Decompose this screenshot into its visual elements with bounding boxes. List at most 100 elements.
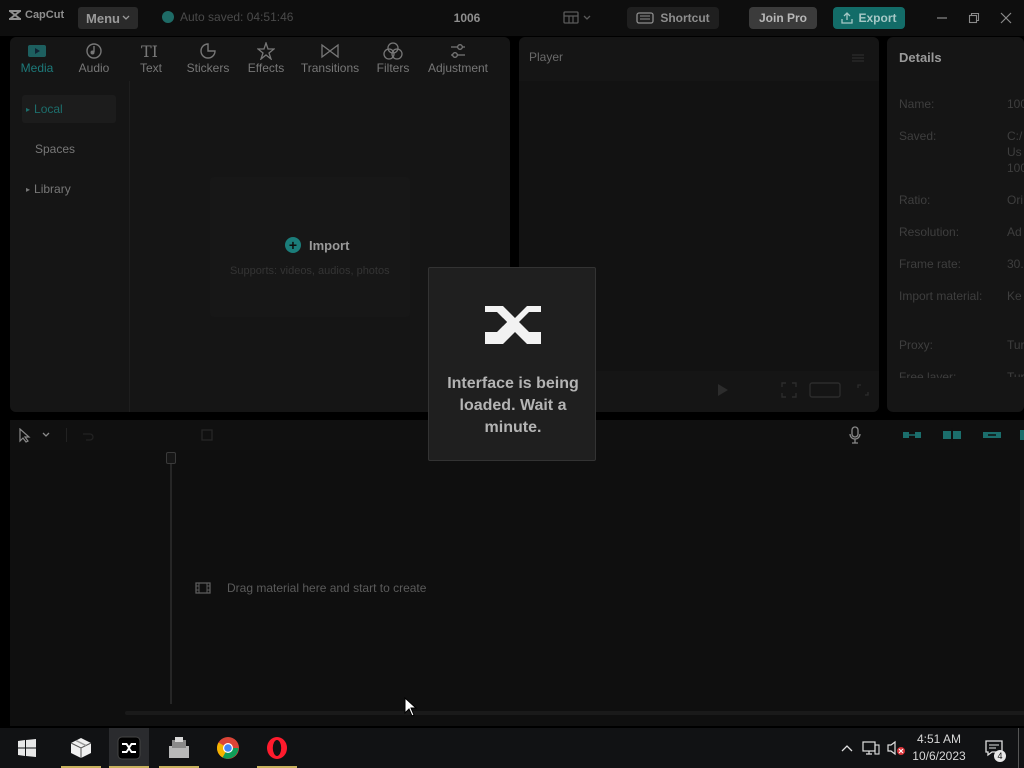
audio-icon bbox=[86, 43, 102, 59]
snap-icon[interactable] bbox=[942, 427, 962, 443]
expand-icon[interactable] bbox=[857, 384, 869, 396]
tab-label: Audio bbox=[78, 61, 110, 75]
crop-icon[interactable] bbox=[200, 428, 214, 442]
layout-icon bbox=[563, 11, 579, 24]
start-button[interactable] bbox=[7, 728, 47, 768]
network-button[interactable] bbox=[860, 728, 882, 768]
tab-label: Stickers bbox=[186, 61, 230, 75]
detail-value: Ad bbox=[1007, 225, 1022, 239]
transitions-icon bbox=[321, 43, 339, 59]
maximize-button[interactable] bbox=[966, 10, 982, 26]
timeline-area[interactable]: Drag material here and start to create bbox=[10, 450, 1024, 726]
close-button[interactable] bbox=[998, 10, 1014, 26]
sidebar-item-library[interactable]: ▸ Library bbox=[22, 175, 116, 203]
taskbar-app-opera[interactable] bbox=[257, 728, 297, 768]
join-pro-button[interactable]: Join Pro bbox=[749, 7, 817, 29]
minimize-button[interactable] bbox=[934, 10, 950, 26]
network-icon bbox=[862, 741, 880, 755]
select-cursor-icon[interactable] bbox=[18, 428, 32, 443]
tab-label: Media bbox=[20, 61, 54, 75]
tab-label: Filters bbox=[376, 61, 410, 75]
detail-label: Resolution: bbox=[899, 225, 960, 239]
join-pro-label: Join Pro bbox=[758, 11, 807, 25]
sidebar-item-local[interactable]: ▸ Local bbox=[22, 95, 116, 123]
adjustment-icon bbox=[451, 44, 465, 58]
mouse-cursor-icon bbox=[404, 697, 418, 717]
menu-lines-icon[interactable] bbox=[851, 53, 865, 63]
tab-filters[interactable]: Filters bbox=[366, 37, 420, 81]
shortcut-label: Shortcut bbox=[660, 11, 710, 25]
preview-axis-icon[interactable] bbox=[982, 429, 1002, 441]
close-icon bbox=[1000, 12, 1012, 24]
project-title[interactable]: 1006 bbox=[430, 11, 504, 25]
detail-value: Ori bbox=[1007, 193, 1023, 207]
taskbar-clock[interactable]: 4:51 AM 10/6/2023 bbox=[900, 731, 978, 765]
sidebar-item-label: Local bbox=[34, 102, 63, 116]
microphone-icon[interactable] bbox=[848, 426, 862, 444]
vertical-scrollbar[interactable] bbox=[1020, 490, 1024, 550]
toolbar-divider bbox=[66, 428, 67, 442]
link-clips-icon[interactable] bbox=[902, 429, 922, 441]
sidebar-item-label: Spaces bbox=[35, 142, 76, 156]
tab-label: Transitions bbox=[300, 61, 360, 75]
export-label: Export bbox=[858, 11, 897, 25]
action-center-button[interactable] bbox=[980, 728, 1008, 768]
detail-label: Proxy: bbox=[899, 338, 934, 352]
playhead-line[interactable] bbox=[170, 452, 172, 704]
detail-label: Import material: bbox=[899, 289, 983, 303]
detail-value: C:/ Us 100 bbox=[1007, 129, 1024, 175]
shortcut-button[interactable]: Shortcut bbox=[627, 7, 719, 29]
taskbar-app-installer[interactable] bbox=[159, 728, 199, 768]
menu-button[interactable]: Menu bbox=[78, 7, 138, 29]
autosave-text: Auto saved: 04:51:46 bbox=[180, 10, 294, 24]
show-hidden-icons-button[interactable] bbox=[838, 728, 856, 768]
zoom-indicator[interactable] bbox=[1020, 430, 1024, 440]
tab-effects[interactable]: Effects bbox=[238, 37, 294, 81]
app-logo: CapCut bbox=[8, 9, 64, 21]
taskbar-app-file-box[interactable] bbox=[61, 728, 101, 768]
tab-label: Text bbox=[139, 61, 162, 75]
tab-text[interactable]: TI Text bbox=[124, 37, 178, 81]
sidebar-item-spaces[interactable]: Spaces bbox=[22, 135, 116, 163]
fullscreen-icon[interactable] bbox=[781, 382, 797, 398]
detail-label: Frame rate: bbox=[899, 257, 962, 271]
tab-label: Adjustment bbox=[427, 61, 489, 75]
horizontal-scrollbar[interactable] bbox=[125, 711, 1024, 715]
undo-icon[interactable] bbox=[80, 428, 94, 442]
app-name: CapCut bbox=[25, 9, 65, 21]
player-title: Player bbox=[529, 50, 564, 64]
taskbar-app-chrome[interactable] bbox=[208, 728, 248, 768]
chevron-down-icon[interactable] bbox=[42, 432, 50, 438]
stickers-icon bbox=[200, 43, 216, 59]
app-installer-icon bbox=[169, 737, 189, 758]
drag-hint-text: Drag material here and start to create bbox=[227, 581, 427, 595]
import-hint: Supports: videos, audios, photos bbox=[230, 265, 390, 277]
layout-button[interactable] bbox=[563, 11, 591, 24]
tab-adjustment[interactable]: Adjustment bbox=[420, 37, 496, 81]
capcut-logo-icon bbox=[485, 306, 541, 344]
export-button[interactable]: Export bbox=[833, 7, 905, 29]
title-bar: CapCut Menu Auto saved: 04:51:46 1006 Sh… bbox=[0, 0, 1024, 36]
tab-stickers[interactable]: Stickers bbox=[178, 37, 238, 81]
clock-time: 4:51 AM bbox=[916, 732, 962, 746]
tab-audio[interactable]: Audio bbox=[64, 37, 124, 81]
capcut-icon bbox=[117, 736, 141, 760]
detail-value: Tur bbox=[1007, 338, 1024, 352]
ratio-icon[interactable] bbox=[809, 382, 841, 398]
notification-count-badge: 4 bbox=[994, 750, 1006, 762]
import-button[interactable]: + Import bbox=[285, 237, 349, 253]
play-icon[interactable] bbox=[717, 383, 729, 397]
clock-date: 10/6/2023 bbox=[912, 749, 966, 763]
export-icon bbox=[841, 12, 854, 24]
caret-right-icon: ▸ bbox=[26, 104, 31, 114]
show-desktop-button[interactable] bbox=[1018, 728, 1019, 768]
tab-media[interactable]: Media bbox=[10, 37, 64, 81]
package-icon bbox=[70, 738, 92, 758]
check-icon bbox=[162, 11, 174, 23]
taskbar-app-capcut[interactable] bbox=[109, 728, 149, 768]
plus-icon: + bbox=[285, 237, 301, 253]
details-panel: Details Name: 100 Saved: C:/ Us 100 Rati… bbox=[887, 37, 1024, 412]
chevron-down-icon bbox=[122, 15, 130, 20]
tab-transitions[interactable]: Transitions bbox=[294, 37, 366, 81]
playhead-handle[interactable] bbox=[166, 452, 176, 464]
